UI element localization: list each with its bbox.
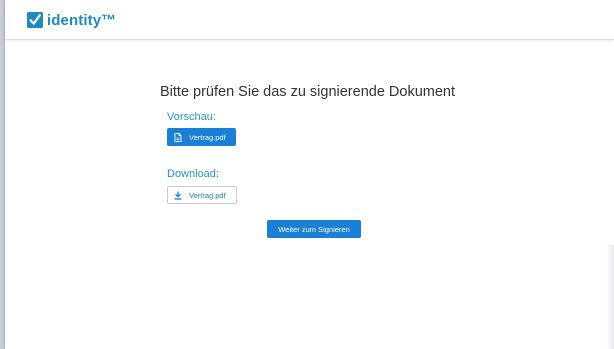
page-title: Bitte prüfen Sie das zu signierende Doku… (160, 84, 456, 100)
download-document-button-label: Vertrag.pdf (189, 190, 226, 200)
download-label: Download: (167, 168, 219, 180)
download-document-button[interactable]: Vertrag.pdf (167, 186, 237, 204)
file-icon (174, 132, 182, 142)
preview-document-button[interactable]: Vertrag.pdf (167, 128, 236, 146)
main-content: Bitte prüfen Sie das zu signierende Doku… (5, 0, 614, 349)
browser-page: identity™ Bitte prüfen Sie das zu signie… (5, 0, 614, 349)
page-edge-shadow (606, 245, 614, 349)
preview-document-button-label: Vertrag.pdf (189, 132, 226, 142)
continue-to-sign-button[interactable]: Weiter zum Signieren (267, 220, 361, 238)
download-icon (174, 191, 182, 200)
preview-label: Vorschau: (167, 111, 216, 123)
